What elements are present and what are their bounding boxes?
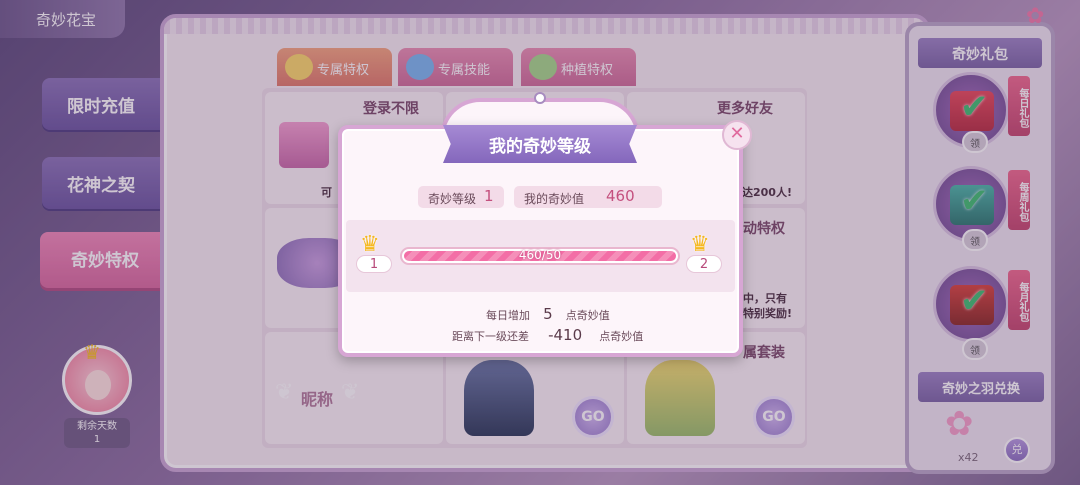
progress-text: 460/50 bbox=[518, 248, 562, 262]
close-icon: ✕ bbox=[729, 123, 745, 144]
daily-increase-row: 每日增加 5 点奇妙值 bbox=[486, 304, 610, 323]
next-suffix: 点奇妙值 bbox=[599, 330, 644, 343]
modal-title: 我的奇妙等级 bbox=[443, 125, 637, 163]
next-level-row: 距离下一级还差 -410 点奇妙值 bbox=[452, 325, 643, 344]
daily-suffix: 点奇妙值 bbox=[565, 309, 610, 322]
crown-icon: ♛ bbox=[360, 232, 380, 257]
close-button[interactable]: ✕ bbox=[722, 120, 752, 150]
level-value: 1 bbox=[484, 187, 494, 205]
current-level-badge: 1 bbox=[356, 255, 392, 273]
level-pill: 奇妙等级 1 bbox=[418, 186, 504, 208]
next-value: -410 bbox=[548, 326, 583, 344]
level-label: 奇妙等级 bbox=[428, 192, 477, 206]
daily-value: 5 bbox=[543, 305, 553, 323]
daily-prefix: 每日增加 bbox=[486, 309, 530, 322]
next-prefix: 距离下一级还差 bbox=[452, 330, 529, 343]
points-pill: 我的奇妙值 460 bbox=[514, 186, 662, 208]
points-value: 460 bbox=[606, 187, 635, 205]
hanger-icon bbox=[534, 92, 546, 104]
crown-icon: ♛ bbox=[690, 232, 710, 257]
points-label: 我的奇妙值 bbox=[524, 192, 585, 206]
next-level-badge: 2 bbox=[686, 255, 722, 273]
